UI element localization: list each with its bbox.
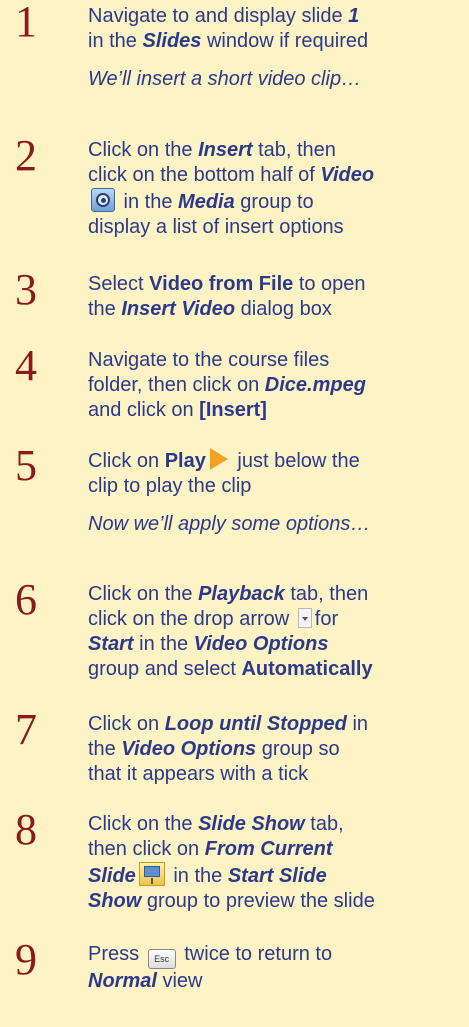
step-text: Select Video from File to open the Inser… (88, 273, 366, 320)
step-number: 4 (15, 341, 37, 390)
instruction-steps: 1 Navigate to and display slide 1 in the… (0, 0, 469, 1027)
step-text: Click on Play just below the clip to pla… (88, 448, 466, 537)
esc-key-icon: Esc (147, 949, 176, 969)
drop-arrow-icon (297, 608, 312, 628)
step-text: Press Esc twice to return to Normal view (88, 943, 333, 992)
step-number: 8 (15, 805, 37, 854)
step-number: 2 (15, 131, 37, 180)
step-text: Navigate to and display slide 1 in the S… (88, 4, 466, 92)
step-text: Click on the Insert tab, then click on t… (88, 139, 375, 238)
step-note: Now we’ll apply some options… (88, 513, 371, 535)
step-number: 7 (15, 705, 37, 754)
step-note: We’ll insert a short video clip… (88, 68, 362, 90)
step-text: Click on the Slide Show tab, then click … (88, 813, 375, 912)
step-number: 6 (15, 575, 37, 624)
step-number: 9 (15, 935, 37, 984)
play-icon (209, 448, 228, 470)
step-number: 5 (15, 441, 37, 490)
step-text: Navigate to the course files folder, the… (88, 349, 366, 421)
video-icon (91, 188, 115, 212)
step-number: 3 (15, 265, 37, 314)
from-current-slide-icon (138, 862, 165, 886)
step-text: Click on the Playback tab, then click on… (88, 583, 373, 680)
step-number: 1 (15, 0, 37, 46)
step-text: Click on Loop until Stopped in the Video… (88, 713, 369, 785)
